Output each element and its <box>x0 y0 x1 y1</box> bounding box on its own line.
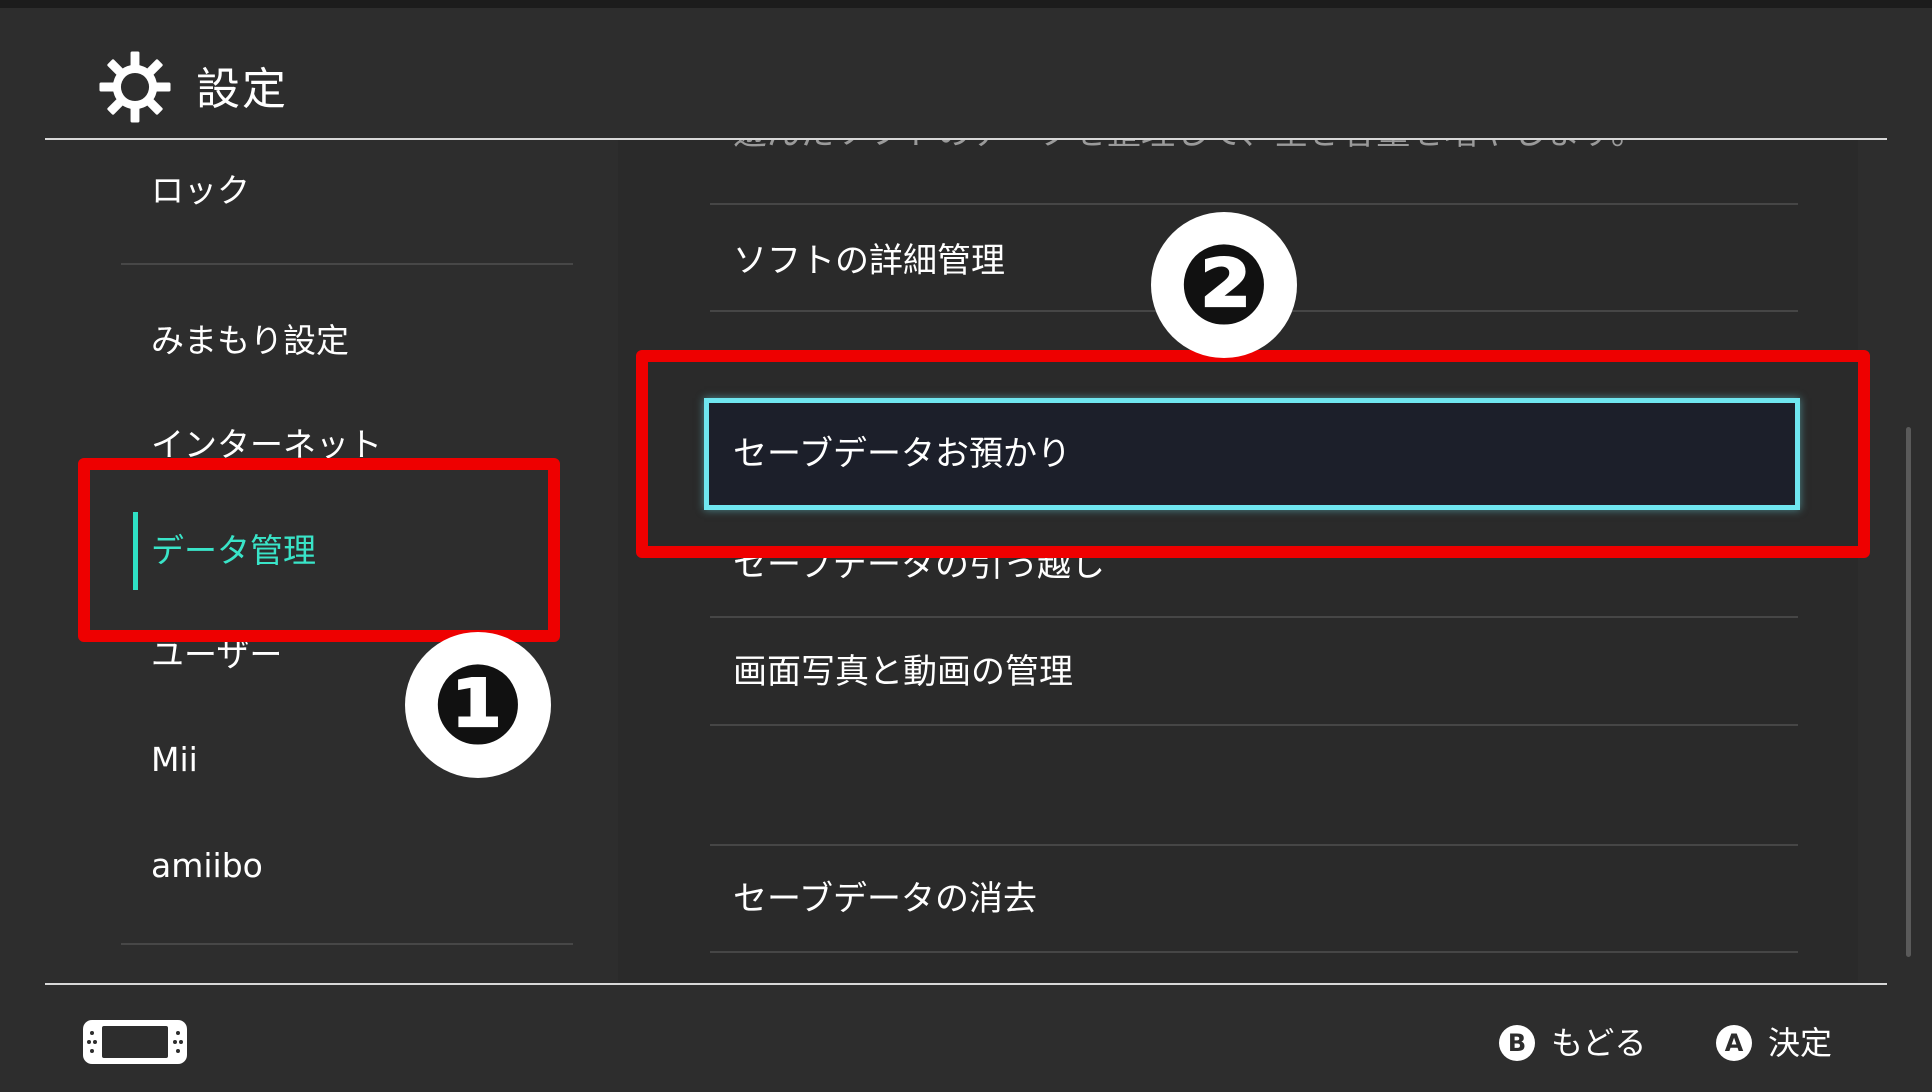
content-divider <box>710 203 1798 205</box>
scrollbar[interactable] <box>1906 427 1911 957</box>
back-label: もどる <box>1551 1024 1647 1062</box>
content-divider <box>710 724 1798 726</box>
menu-item-screenshots-videos[interactable]: 画面写真と動画の管理 <box>733 649 1073 695</box>
sidebar-item-parental-controls[interactable]: みまもり設定 <box>151 319 349 363</box>
sidebar-item-amiibo[interactable]: amiibo <box>151 844 263 888</box>
highlight-box-1 <box>78 458 560 642</box>
sidebar-divider <box>121 263 573 265</box>
menu-item-software-management[interactable]: ソフトの詳細管理 <box>733 238 1005 284</box>
content-divider <box>710 951 1798 953</box>
step-badge-1: ❶ <box>405 632 551 778</box>
sidebar-item-mii[interactable]: Mii <box>151 738 198 782</box>
a-button-icon: A <box>1716 1025 1752 1061</box>
b-button-icon: B <box>1499 1025 1535 1061</box>
gear-icon <box>99 51 171 123</box>
back-hint[interactable]: B もどる <box>1499 1023 1646 1063</box>
confirm-hint[interactable]: A 決定 <box>1716 1023 1832 1063</box>
menu-item-delete-save-data[interactable]: セーブデータの消去 <box>733 876 1037 922</box>
header: 設定 <box>0 8 1932 138</box>
confirm-label: 決定 <box>1768 1024 1833 1062</box>
footer: B もどる A 決定 <box>0 985 1932 1092</box>
page-title: 設定 <box>196 64 288 115</box>
content-divider <box>710 616 1798 618</box>
sidebar-divider <box>121 943 573 945</box>
top-edge <box>0 0 1932 8</box>
switch-console-icon <box>83 1020 187 1064</box>
step-badge-2: ❷ <box>1151 212 1297 358</box>
highlight-box-2 <box>636 350 1870 558</box>
cut-off-description: 遊んだソフトのデータを整理して、空き容量を増やします。 <box>733 140 1645 156</box>
content-divider <box>710 844 1798 846</box>
sidebar-item-lock[interactable]: ロック <box>151 169 250 213</box>
